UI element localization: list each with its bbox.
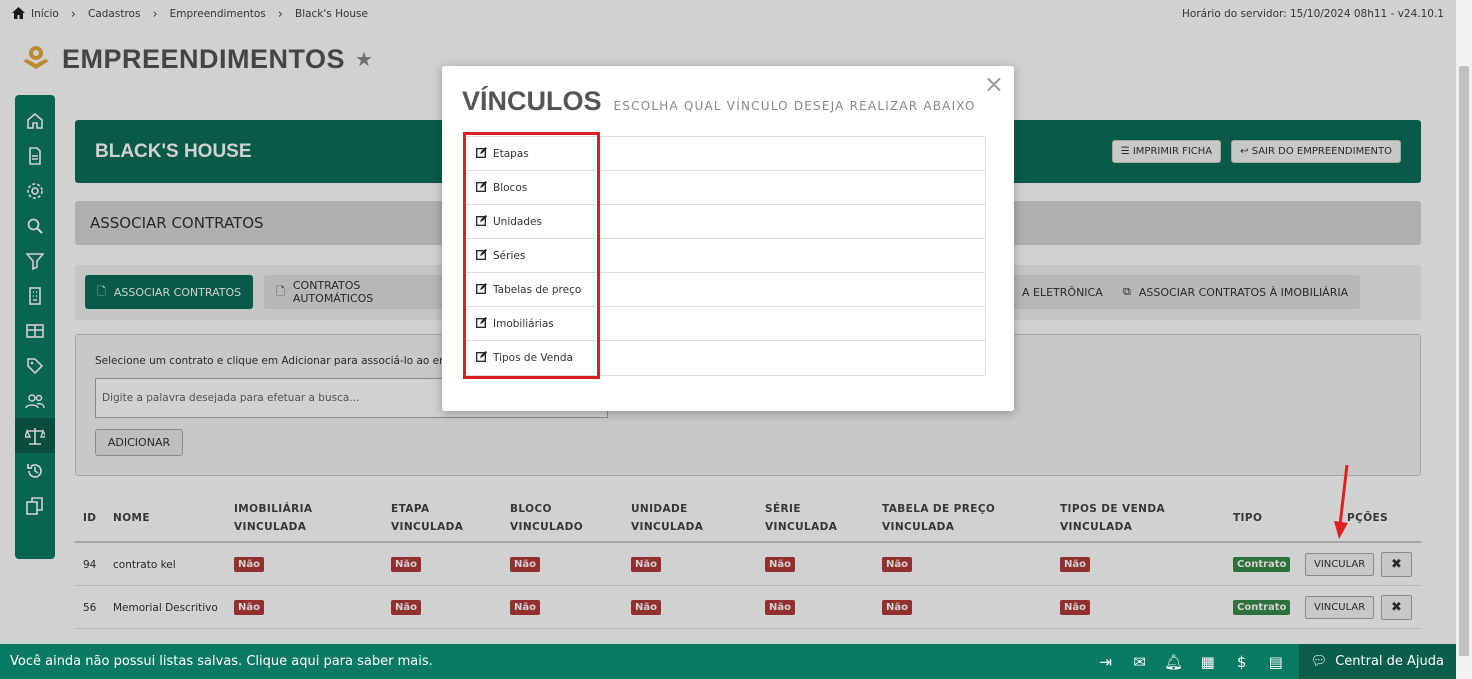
collapse-icon[interactable]: ⇥ bbox=[1089, 653, 1123, 671]
scrollbar-thumb[interactable] bbox=[1459, 66, 1469, 656]
highlight-box bbox=[463, 132, 600, 379]
dollar-icon[interactable]: $ bbox=[1225, 653, 1259, 671]
saved-lists-message[interactable]: Você ainda não possui listas salvas. Cli… bbox=[0, 654, 433, 669]
chat-icon: 💬︎ bbox=[1310, 654, 1328, 669]
calculator-icon[interactable]: ▤ bbox=[1259, 653, 1293, 671]
scrollbar[interactable] bbox=[1456, 0, 1472, 679]
vinculos-modal: × VÍNCULOS ESCOLHA QUAL VÍNCULO DESEJA R… bbox=[442, 66, 1014, 411]
footer-bar: Você ainda não possui listas salvas. Cli… bbox=[0, 644, 1456, 679]
help-center-button[interactable]: 💬︎ Central de Ajuda bbox=[1298, 644, 1456, 679]
bell-icon[interactable]: 🔔︎ bbox=[1157, 653, 1191, 671]
close-icon[interactable]: × bbox=[984, 70, 1004, 98]
mail-icon[interactable]: ✉ bbox=[1123, 653, 1157, 671]
page: Início › Cadastros › Empreendimentos › B… bbox=[0, 0, 1456, 679]
annotation-arrow-icon bbox=[1334, 464, 1349, 539]
modal-subtitle: ESCOLHA QUAL VÍNCULO DESEJA REALIZAR ABA… bbox=[613, 99, 976, 113]
modal-title: VÍNCULOS bbox=[462, 86, 602, 116]
calendar-icon[interactable]: ▦ bbox=[1191, 653, 1225, 671]
